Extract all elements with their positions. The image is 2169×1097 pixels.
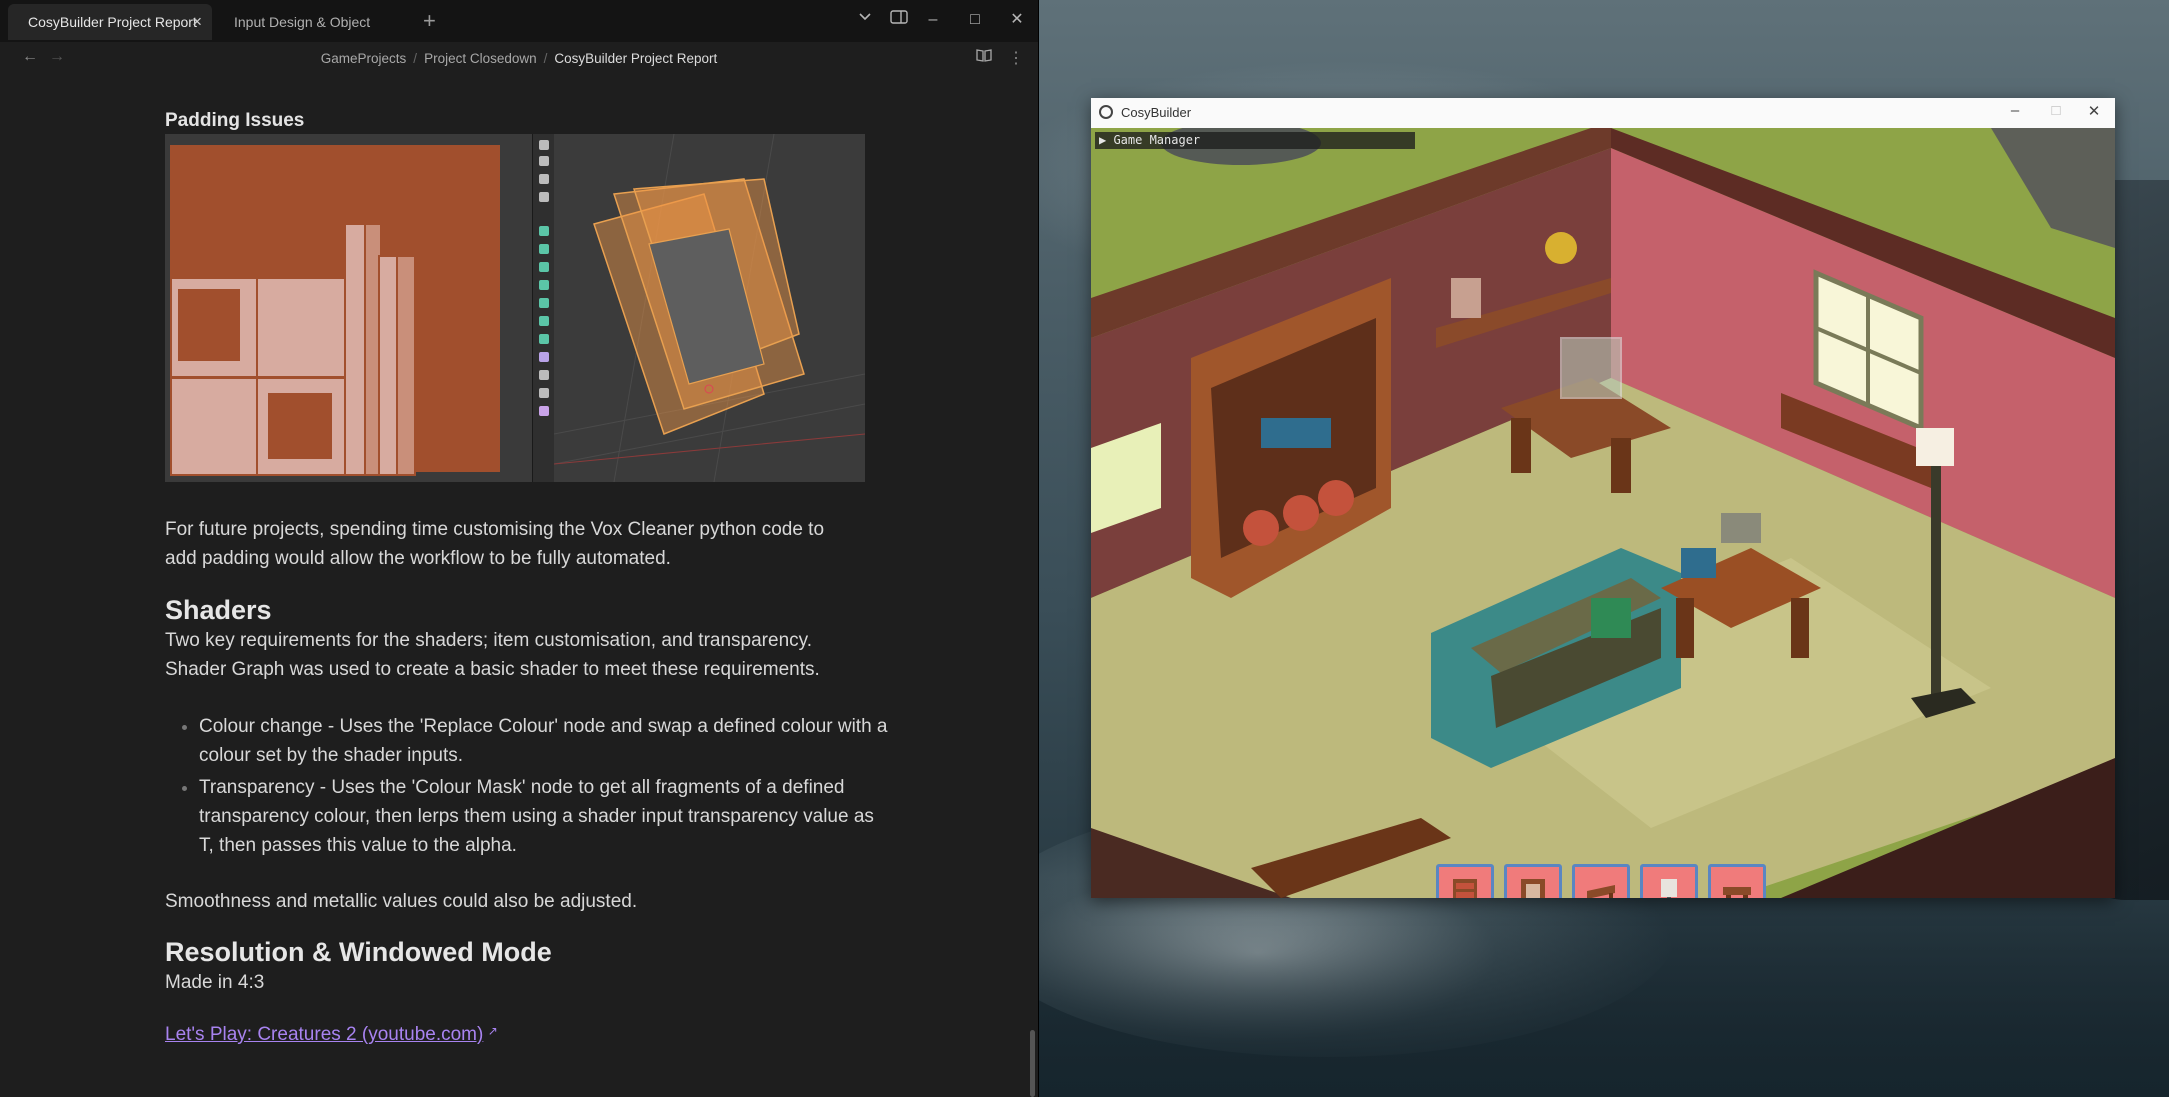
padding-issues-image [165, 134, 865, 482]
chevron-down-icon[interactable] [850, 8, 880, 32]
creatures-link[interactable]: Let's Play: Creatures 2 (youtube.com) [165, 1024, 483, 1045]
hotbar-slot-bookshelf[interactable] [1436, 864, 1494, 898]
tab-input-design[interactable]: Input Design & Object States [214, 4, 410, 66]
heading-padding-issues: Padding Issues [165, 110, 305, 131]
table-icon [1723, 887, 1751, 898]
cosybuilder-window: CosyBuilder – □ ✕ ▶ Game Manager [1091, 98, 2115, 898]
3d-viewport [553, 134, 865, 482]
close-window-icon[interactable]: ✕ [2077, 102, 2111, 120]
shelf-icon [1587, 885, 1615, 898]
window-icon [1521, 879, 1545, 898]
tab-cosybuilder-report[interactable]: CosyBuilder Project Report × [8, 4, 212, 40]
maximize-icon[interactable]: □ [2039, 102, 2073, 119]
external-link-row: Let's Play: Creatures 2 (youtube.com) ↗ [165, 1024, 498, 1046]
breadcrumb-current[interactable]: CosyBuilder Project Report [554, 51, 717, 66]
editor-toolbar [532, 134, 555, 482]
game-scene[interactable]: ▶ Game Manager [1091, 128, 2115, 898]
tab-label: CosyBuilder Project Report [28, 14, 197, 30]
uv-texture-panel [165, 134, 532, 482]
shader-bullet-list: Colour change - Uses the 'Replace Colour… [165, 712, 889, 863]
lamp-icon [1661, 879, 1677, 898]
nav-bar: ← → GameProjects / Project Closedown / CosyB… [0, 42, 1038, 76]
breadcrumb-item[interactable]: GameProjects [321, 51, 407, 66]
tab-bar: CosyBuilder Project Report × Input Desig… [0, 0, 1038, 66]
resolution-paragraph: Made in 4:3 [165, 972, 265, 993]
close-window-icon[interactable]: ✕ [1002, 8, 1032, 32]
sidebar-toggle-icon[interactable] [884, 8, 914, 32]
heading-shaders: Shaders [165, 595, 272, 625]
smoothness-paragraph: Smoothness and metallic values could als… [165, 891, 638, 912]
hotbar-slot-table[interactable] [1708, 864, 1766, 898]
breadcrumb-item[interactable]: Project Closedown [424, 51, 537, 66]
window-title: CosyBuilder [1121, 105, 1192, 120]
cosybuilder-titlebar[interactable]: CosyBuilder – □ ✕ [1091, 98, 2115, 128]
maximize-icon[interactable]: □ [960, 8, 990, 32]
minimize-icon[interactable]: – [918, 8, 948, 32]
game-manager-panel[interactable]: ▶ Game Manager [1095, 132, 1415, 149]
heading-resolution: Resolution & Windowed Mode [165, 937, 552, 967]
hotbar-slot-window[interactable] [1504, 864, 1562, 898]
padding-paragraph: For future projects, spending time custo… [165, 519, 825, 569]
list-item: Transparency - Uses the 'Colour Mask' no… [199, 773, 889, 860]
more-options-icon[interactable]: ⋮ [1008, 48, 1024, 68]
bookshelf-icon [1453, 879, 1477, 898]
scrollbar[interactable] [1030, 1030, 1035, 1097]
external-link-icon: ↗ [487, 1024, 498, 1038]
minimize-icon[interactable]: – [1998, 102, 2032, 119]
list-item: Colour change - Uses the 'Replace Colour… [199, 712, 889, 770]
hotbar-slot-shelf[interactable] [1572, 864, 1630, 898]
close-tab-icon[interactable]: × [192, 4, 202, 40]
uv-texture [170, 145, 500, 476]
obsidian-window: CosyBuilder Project Report × Input Desig… [0, 0, 1039, 1097]
unity-icon [1099, 105, 1113, 119]
shaders-paragraph: Two key requirements for the shaders; it… [165, 630, 820, 680]
hotbar-slot-lamp[interactable] [1640, 864, 1698, 898]
breadcrumb: GameProjects / Project Closedown / CosyBuild… [320, 51, 718, 66]
new-tab-icon[interactable]: + [423, 6, 436, 36]
reading-view-icon[interactable] [976, 48, 992, 67]
wallpaper-sea [1038, 877, 2169, 1097]
game-manager-label: Game Manager [1113, 133, 1201, 147]
